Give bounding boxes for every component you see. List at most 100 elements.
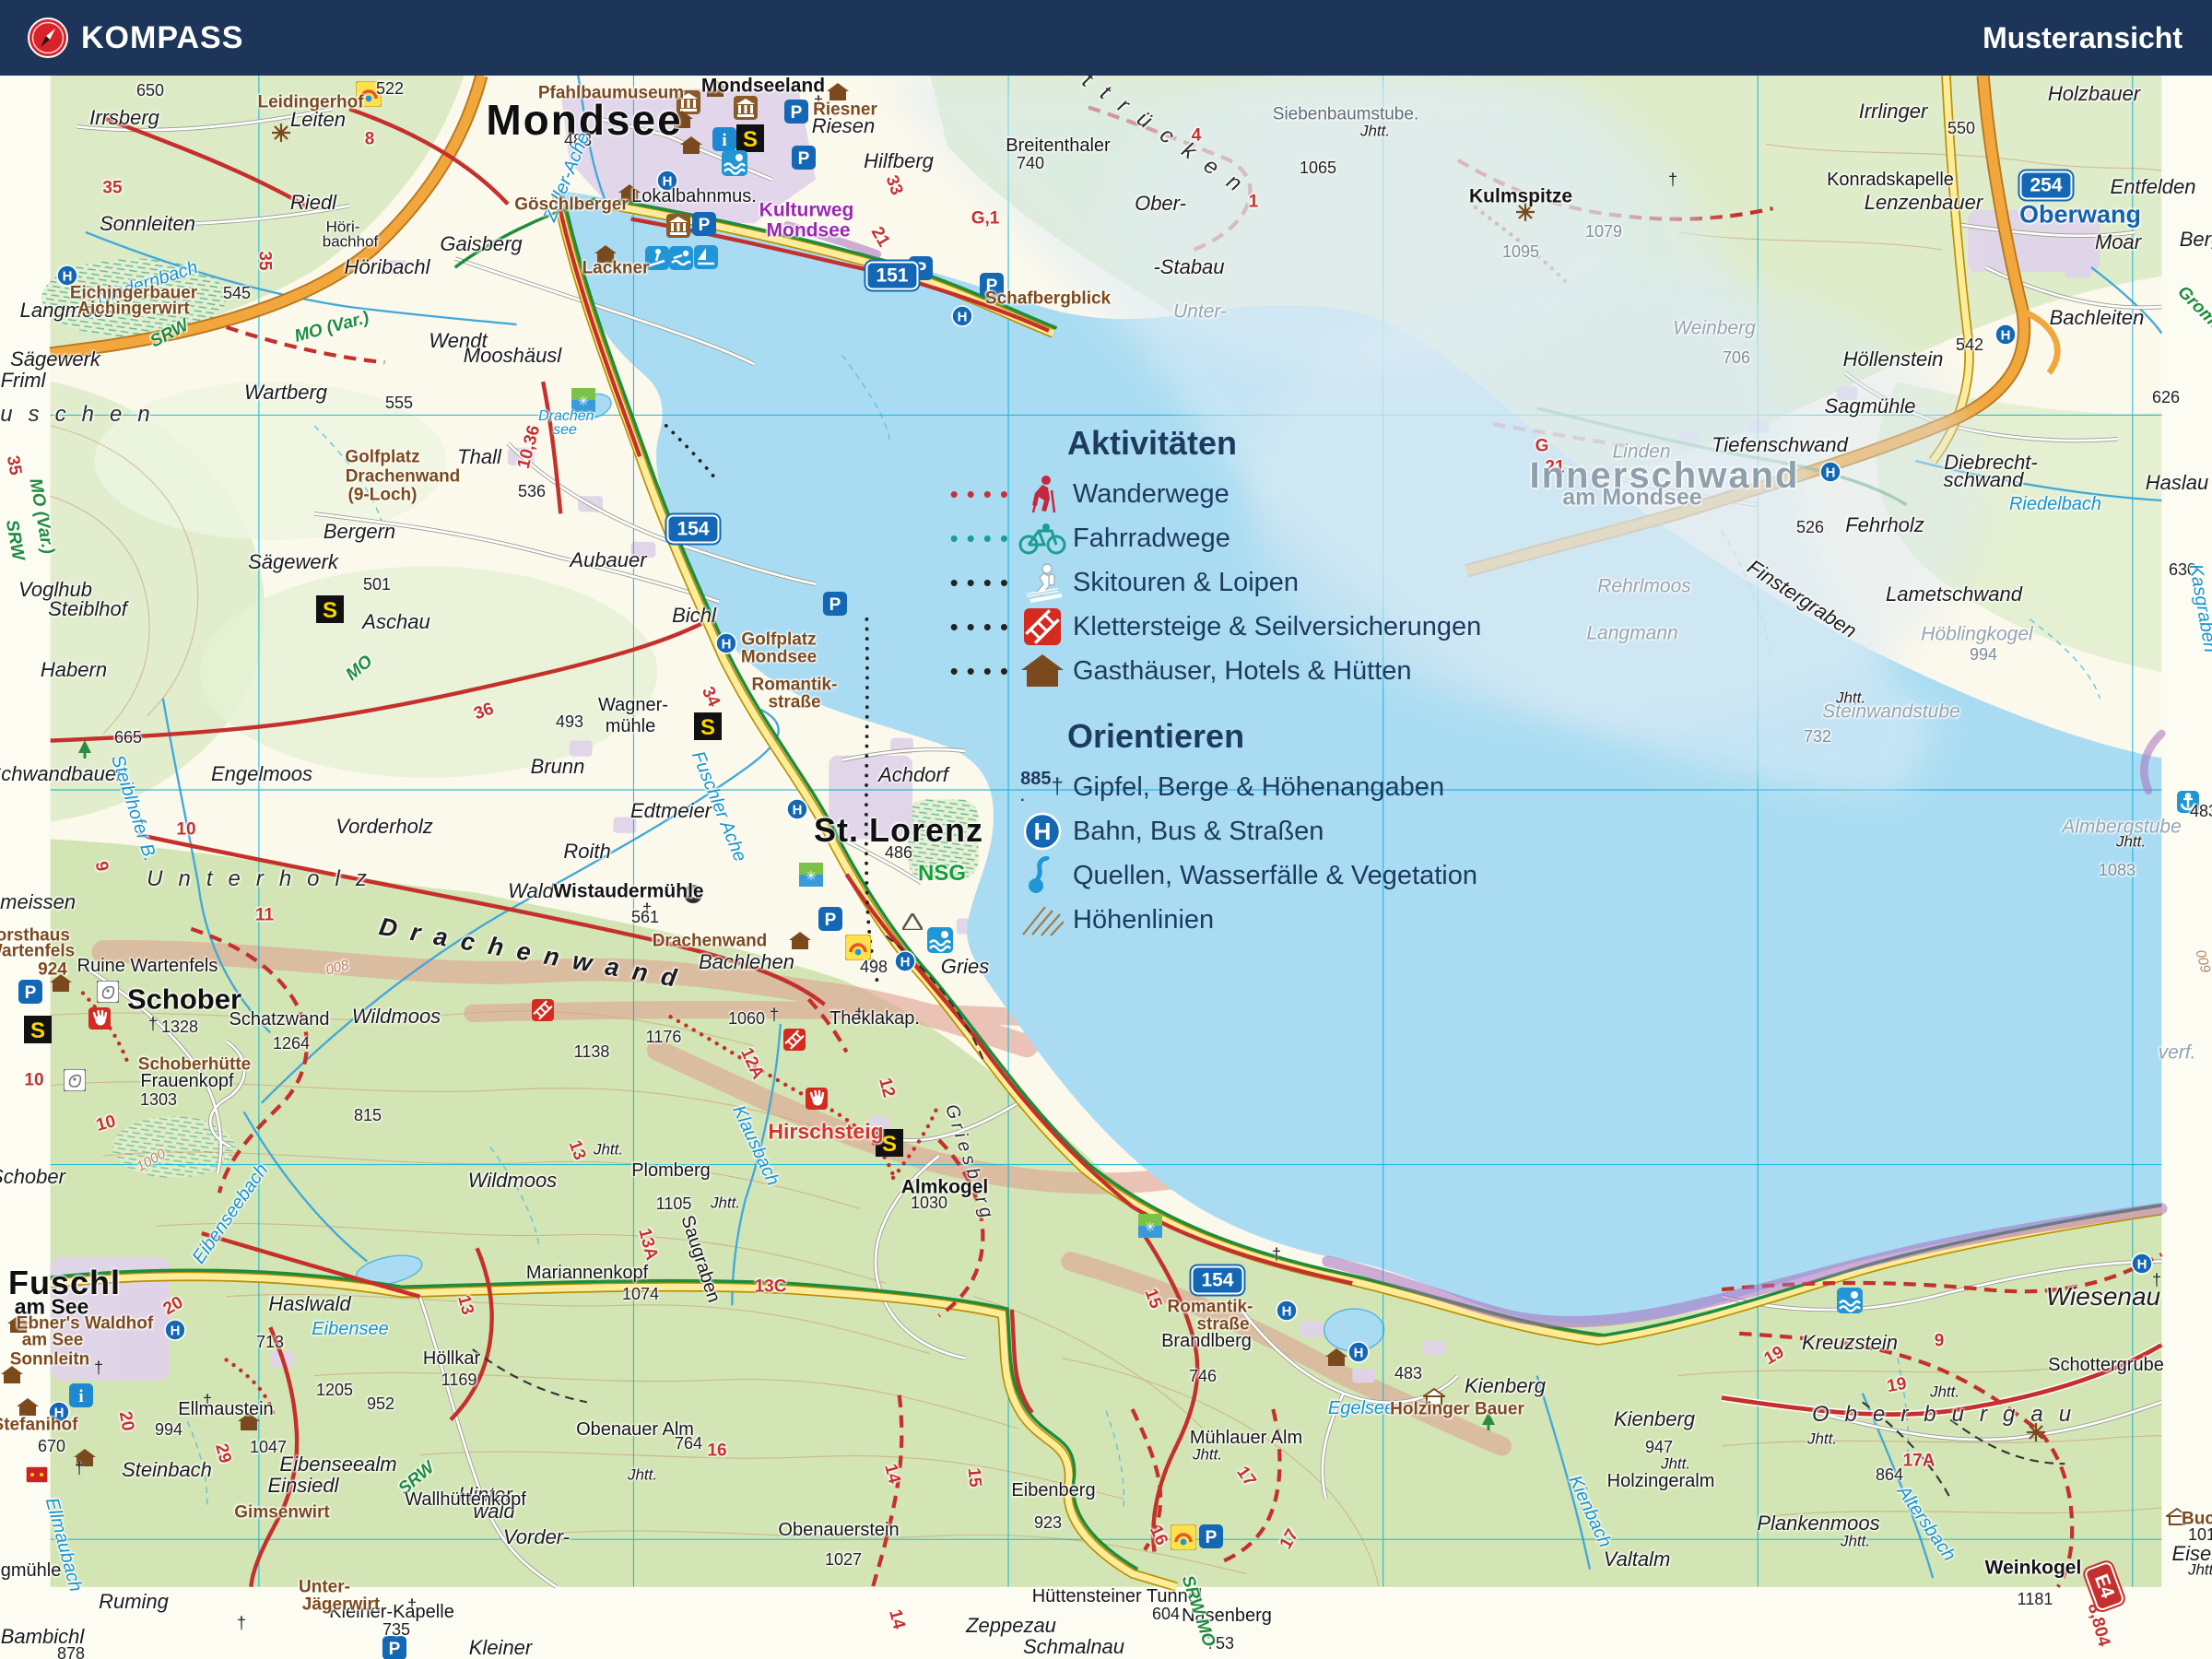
map-label: 1027 xyxy=(824,1550,863,1569)
map-label: Habern xyxy=(40,658,108,681)
map-label: Oberwang xyxy=(2018,200,2142,229)
map-label: Valtalm xyxy=(1603,1547,1671,1571)
svg-text:P: P xyxy=(389,1640,401,1659)
page-title: Musteransicht xyxy=(1983,20,2183,54)
svg-text:H: H xyxy=(63,269,73,285)
map-label: Jhtt. xyxy=(1840,1532,1871,1550)
map-label: Steinbach xyxy=(122,1458,212,1481)
map-label: am Mondsee xyxy=(1562,484,1702,511)
map-label: Eibensee xyxy=(312,1319,389,1339)
svg-text:P: P xyxy=(1206,1528,1218,1547)
map-label: Brunn xyxy=(530,755,585,778)
map-label: Jhtt. xyxy=(1660,1454,1691,1473)
ski-area-icon: S xyxy=(316,595,344,623)
map-label: Lokalbahnmus. xyxy=(631,186,757,206)
map-label: Roith xyxy=(563,840,611,863)
parking-icon: P xyxy=(823,592,847,616)
legend-item: •••• Klettersteige & Seilversicherungen xyxy=(908,605,1481,649)
svg-text:✳: ✳ xyxy=(806,868,817,883)
map-label: Jhtt. xyxy=(1929,1382,1960,1401)
map-label: -Stabau xyxy=(1153,255,1225,278)
legend-item-label: Klettersteige & Seilversicherungen xyxy=(1073,611,1482,641)
map-label: 35 xyxy=(254,251,275,271)
map-label: 20 xyxy=(114,1409,138,1433)
map-label: 947 xyxy=(1644,1438,1674,1456)
info-icon: i xyxy=(712,127,736,151)
map-label: 545 xyxy=(222,284,252,302)
svg-text:P: P xyxy=(699,216,711,235)
map-label: Bergern xyxy=(323,520,396,543)
ladder-icon xyxy=(1017,608,1067,645)
kompass-sample-view: KOMPASS Musteransicht 650 Irrsberg Leidi… xyxy=(0,0,2212,1659)
map-label: Wildmoos xyxy=(351,1005,441,1028)
legend-item-label: Gipfel, Berge & Höhenangaben xyxy=(1073,771,1445,802)
map-label: 878 xyxy=(56,1644,86,1659)
attraction-icon xyxy=(1170,1524,1197,1551)
nature-reserve-icon xyxy=(96,980,120,1004)
map-label: 10 xyxy=(24,1070,44,1090)
map-label: 665 xyxy=(113,728,143,747)
map-label: Hirschsteig xyxy=(768,1119,884,1144)
map-label: mühle xyxy=(605,716,656,736)
parking-icon: P xyxy=(792,146,816,170)
map-label: Kienberg xyxy=(1464,1374,1547,1397)
bathing-area-icon: ✳ xyxy=(1138,1214,1162,1238)
map-label: Göschlberger xyxy=(514,194,629,215)
svg-text:H: H xyxy=(1826,465,1836,481)
legend-section-title: Orientieren xyxy=(1067,717,1245,755)
map-label: Wald xyxy=(508,879,554,902)
map-label: 35 xyxy=(2,453,26,477)
chapel-cross-icon: † xyxy=(74,1459,85,1477)
map-label: 526 xyxy=(1795,518,1825,536)
map-label: Jhtt. xyxy=(2115,832,2147,851)
parking-icon: P xyxy=(382,1636,406,1659)
peak-icon: 885. † xyxy=(1020,768,1064,805)
kompass-logo[interactable]: KOMPASS xyxy=(28,18,243,58)
map-label: Plankenmoos xyxy=(1757,1512,1880,1535)
map-label: 1065 xyxy=(1299,159,1337,177)
chapel-cross-icon: † xyxy=(769,1006,780,1024)
map-label: Plomberg xyxy=(631,1160,711,1181)
map-label: 1047 xyxy=(249,1438,288,1456)
map-label: Jägerwirt xyxy=(301,1594,381,1615)
map-label: 994 xyxy=(154,1420,183,1439)
map-label: 740 xyxy=(1016,154,1045,172)
map-label: 650 xyxy=(135,81,165,100)
legend-item: ••••Quellen, Wasserfälle & Vegetation xyxy=(908,853,1481,898)
legend-item-label: Bahn, Bus & Straßen xyxy=(1073,816,1324,846)
legend-item: ••••HBahn, Bus & Straßen xyxy=(908,809,1481,853)
map-label: Steinwandstube xyxy=(1822,700,1960,723)
map-label: 735 xyxy=(382,1620,411,1639)
map-label: 483 xyxy=(2189,802,2212,820)
svg-text:i: i xyxy=(78,1387,83,1406)
svg-text:S: S xyxy=(700,715,715,740)
road-shield: 151 xyxy=(865,261,919,290)
svg-text:i: i xyxy=(722,131,726,150)
map-label: am See xyxy=(21,1330,84,1350)
bus-stop-icon: H xyxy=(951,305,973,327)
legend-item-label: Quellen, Wasserfälle & Vegetation xyxy=(1073,860,1478,890)
legend-item: •••• Fahrradwege xyxy=(908,516,1481,560)
map-canvas[interactable]: 650 Irrsberg Leidingerhof Leiten 522 8 Sonnlei… xyxy=(0,76,2212,1659)
climbing-garden-icon xyxy=(88,1007,111,1030)
map-label: Aschau xyxy=(362,610,430,633)
map-label: 1083 xyxy=(2098,861,2136,879)
map-label: see xyxy=(553,422,577,438)
attraction-icon xyxy=(844,934,872,961)
map-label: Jhtt. xyxy=(2187,1560,2212,1579)
map-label: Irrlinger xyxy=(1858,100,1928,123)
map-label: Jhtt. xyxy=(1192,1445,1223,1464)
map-label: 706 xyxy=(1722,348,1751,367)
guesthouse-icon xyxy=(680,136,702,155)
map-label: 10 xyxy=(94,1112,118,1135)
map-label: Egelsee xyxy=(1327,1398,1395,1418)
bus-stop-icon: H xyxy=(1994,324,2017,346)
map-label: 4 xyxy=(1191,125,1202,146)
map-label: Aichingerwirt xyxy=(77,299,190,319)
map-label: Riesen xyxy=(811,114,876,137)
ski-area-icon: S xyxy=(694,712,722,740)
guesthouse-icon xyxy=(827,83,849,101)
map-label: Hüttensteiner Tunnel xyxy=(1031,1586,1203,1606)
beach-icon xyxy=(1837,1288,1863,1313)
map-label: 1 xyxy=(1248,192,1259,212)
